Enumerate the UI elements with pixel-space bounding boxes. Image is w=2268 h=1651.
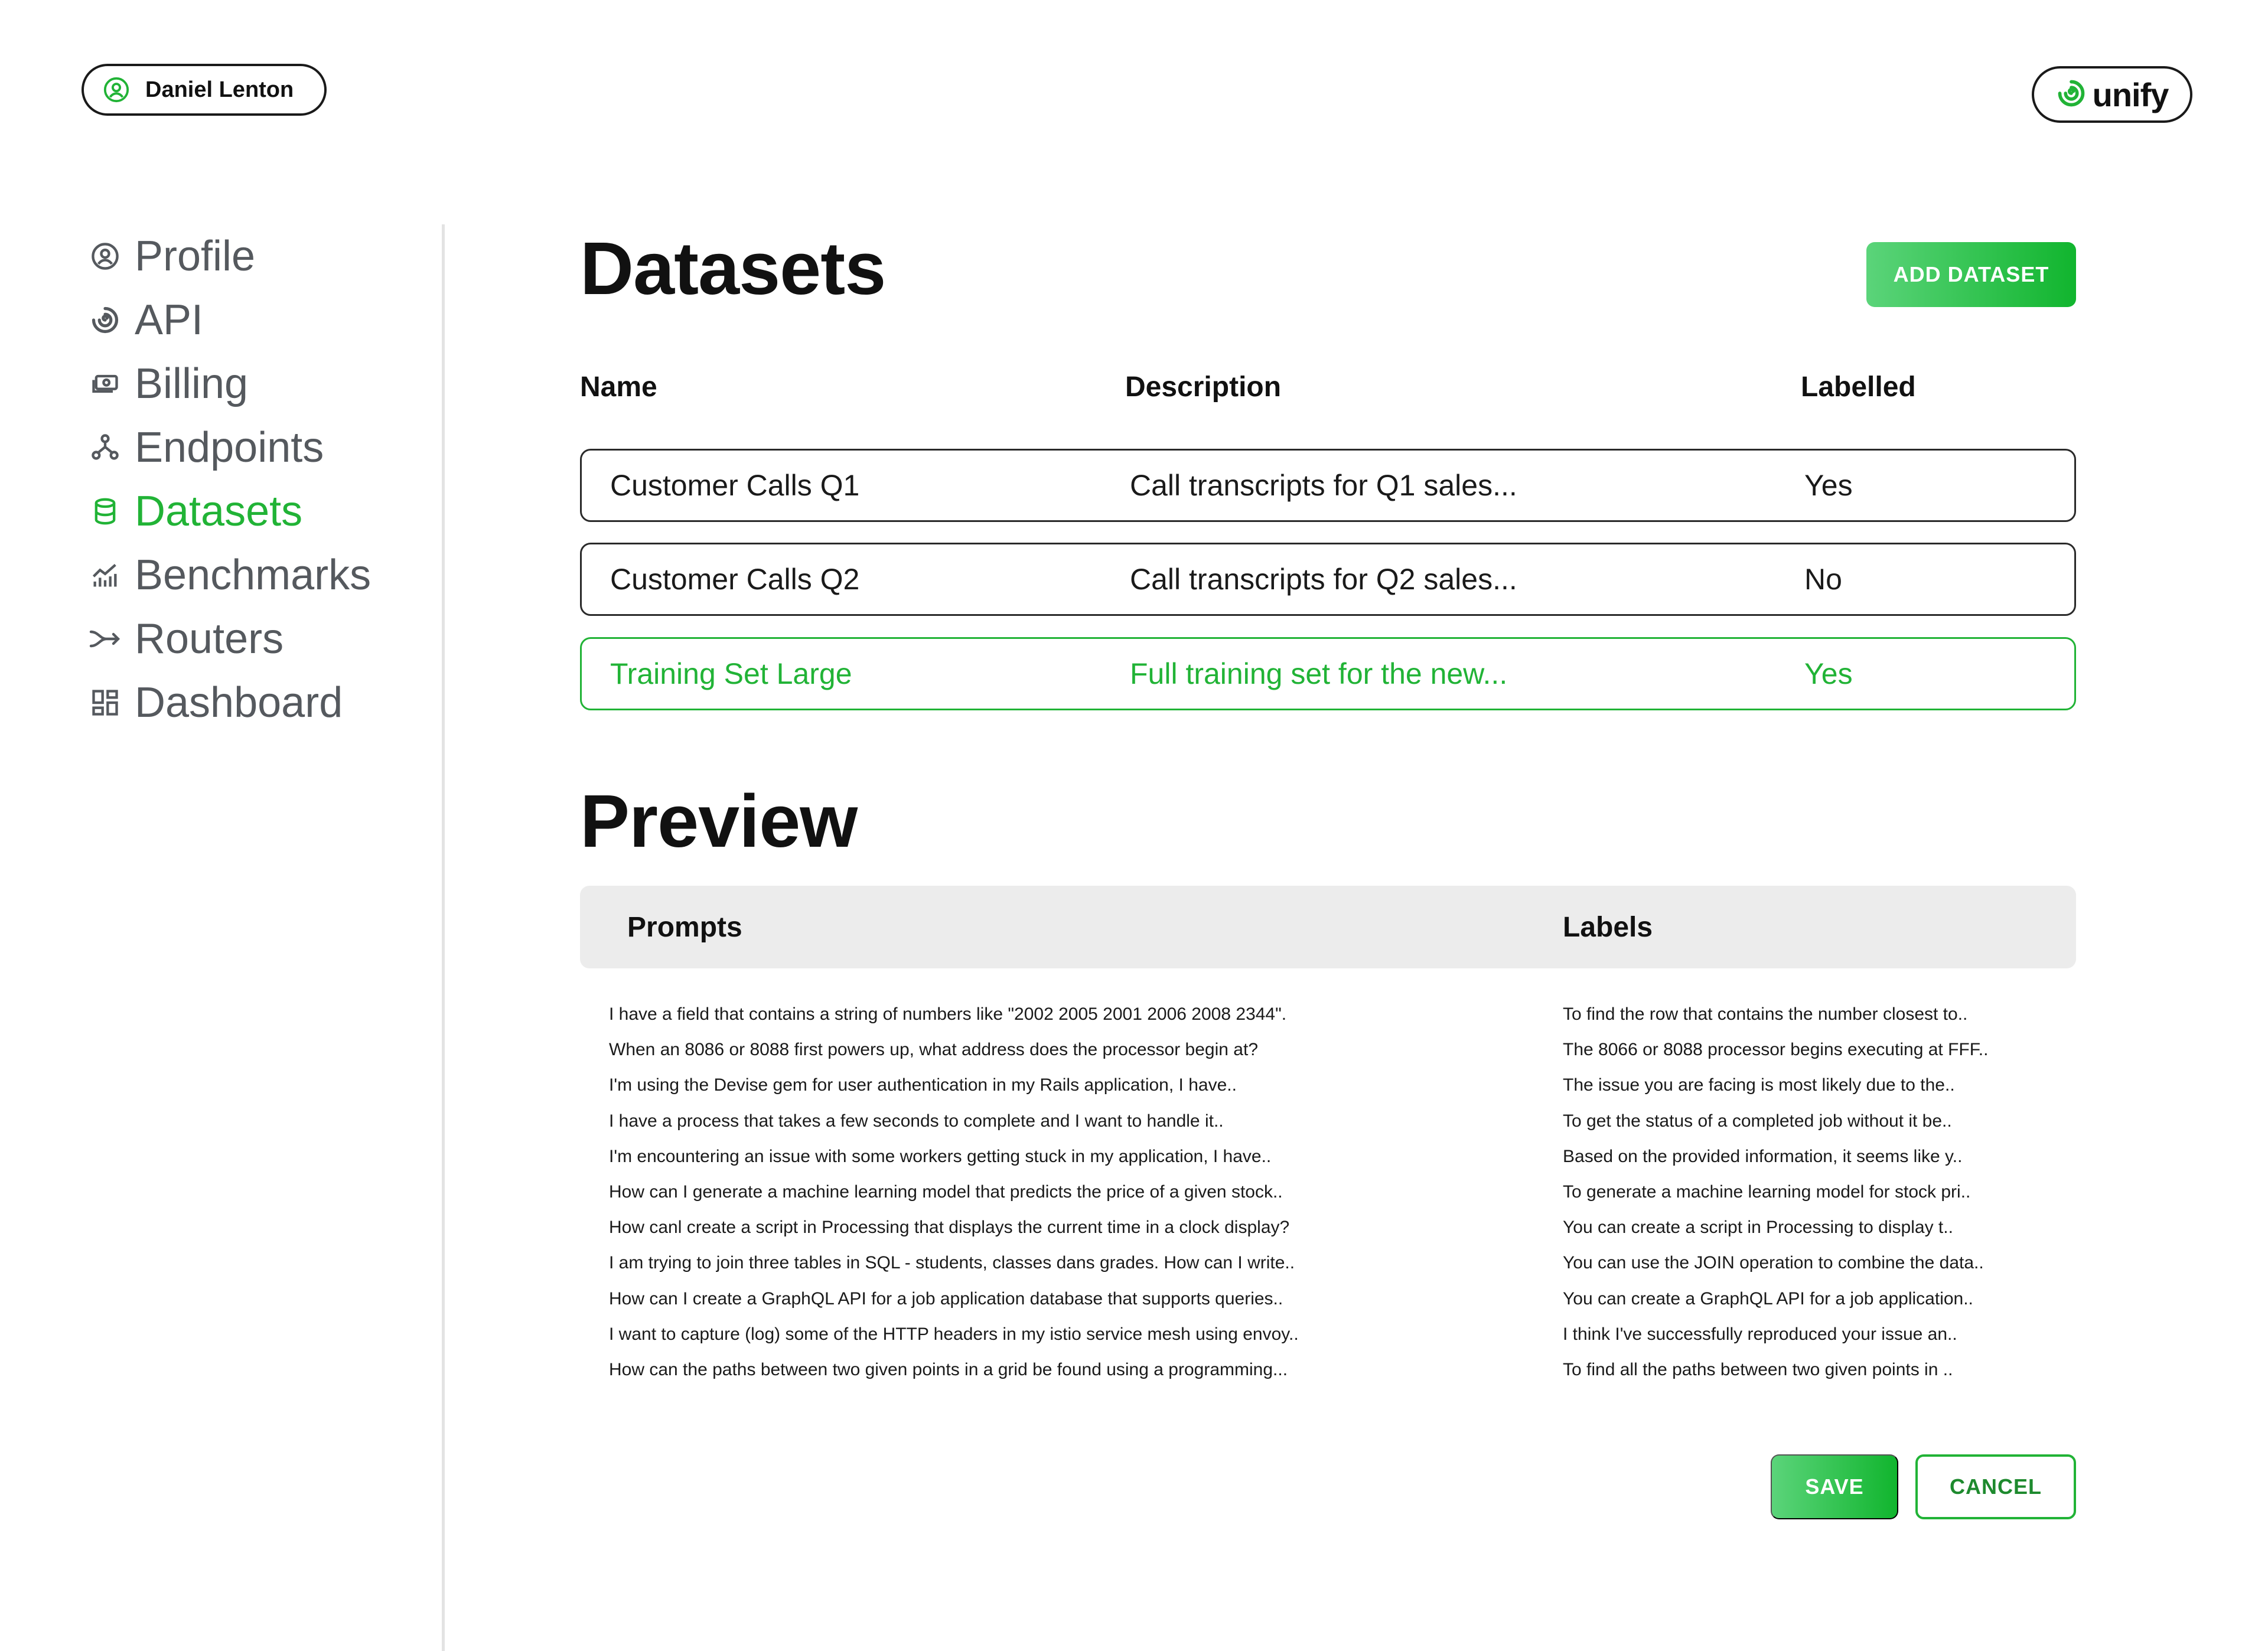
dataset-labelled: Yes (1804, 469, 1853, 502)
label-item: You can use the JOIN operation to combin… (1563, 1253, 1984, 1273)
prompt-item: How can I generate a machine learning mo… (609, 1182, 1283, 1202)
label-item: You can create a script in Processing to… (1563, 1218, 1953, 1238)
column-header-labels: Labels (1563, 911, 1653, 943)
sidebar-item-endpoints[interactable]: Endpoints (89, 416, 419, 479)
label-item: To find the row that contains the number… (1563, 1004, 1968, 1024)
label-item: To generate a machine learning model for… (1563, 1182, 1971, 1202)
prompt-item: I'm encountering an issue with some work… (609, 1146, 1272, 1166)
dataset-name: Training Set Large (610, 657, 852, 690)
column-header-description: Description (1125, 371, 1282, 403)
column-header-name: Name (580, 371, 657, 403)
dataset-labelled: Yes (1804, 657, 1853, 690)
prompt-item: I have a field that contains a string of… (609, 1004, 1287, 1024)
grid-icon (89, 686, 122, 719)
sidebar-item-label: Benchmarks (135, 552, 372, 599)
dataset-row-selected[interactable]: Training Set Large Full training set for… (580, 637, 2076, 710)
swirl-logo-icon (2056, 78, 2087, 112)
database-icon (89, 495, 122, 528)
sidebar-nav: Profile API Billing Endpoints Datasets B… (89, 224, 419, 735)
dataset-row[interactable]: Customer Calls Q1 Call transcripts for Q… (580, 449, 2076, 522)
prompts-list: I have a field that contains a string of… (609, 997, 1299, 1388)
sidebar-item-label: Routers (135, 615, 284, 663)
prompt-item: I want to capture (log) some of the HTTP… (609, 1324, 1299, 1344)
dataset-name: Customer Calls Q1 (610, 469, 860, 502)
dataset-name: Customer Calls Q2 (610, 563, 860, 596)
save-button[interactable]: SAVE (1771, 1454, 1898, 1519)
prompt-item: I'm using the Devise gem for user authen… (609, 1075, 1237, 1095)
network-icon (89, 431, 122, 464)
sidebar-item-label: Profile (135, 233, 256, 280)
sidebar-item-profile[interactable]: Profile (89, 224, 419, 288)
user-name: Daniel Lenton (145, 77, 294, 102)
prompt-item: I have a process that takes a few second… (609, 1111, 1224, 1131)
cancel-button[interactable]: CANCEL (1915, 1454, 2076, 1519)
user-circle-icon (89, 240, 122, 273)
dataset-row[interactable]: Customer Calls Q2 Call transcripts for Q… (580, 543, 2076, 616)
dataset-description: Call transcripts for Q1 sales... (1130, 469, 1517, 502)
dataset-description: Full training set for the new... (1130, 657, 1508, 690)
prompt-item: I am trying to join three tables in SQL … (609, 1253, 1295, 1273)
sidebar-item-label: Billing (135, 360, 249, 407)
column-header-prompts: Prompts (627, 911, 742, 943)
swirl-icon (89, 304, 122, 337)
user-profile-pill[interactable]: Daniel Lenton (82, 64, 327, 116)
user-circle-icon (103, 76, 130, 103)
sidebar-divider (442, 224, 445, 1651)
label-item: The 8066 or 8088 processor begins execut… (1563, 1040, 1989, 1060)
brand-name: unify (2092, 76, 2169, 113)
preview-title: Preview (580, 779, 858, 863)
prompt-item: When an 8086 or 8088 first powers up, wh… (609, 1040, 1258, 1060)
dataset-labelled: No (1804, 563, 1842, 596)
sidebar-item-label: Dashboard (135, 679, 343, 726)
brand-logo[interactable]: unify (2032, 66, 2192, 123)
label-item: The issue you are facing is most likely … (1563, 1075, 1955, 1095)
add-dataset-button[interactable]: ADD DATASET (1866, 242, 2076, 307)
prompt-item: How canl create a script in Processing t… (609, 1218, 1290, 1238)
labels-list: To find the row that contains the number… (1563, 997, 1988, 1388)
money-icon (89, 367, 122, 400)
sidebar-item-datasets[interactable]: Datasets (89, 479, 419, 543)
preview-table-header: Prompts Labels (580, 886, 2076, 968)
dataset-description: Call transcripts for Q2 sales... (1130, 563, 1517, 596)
prompt-item: How can the paths between two given poin… (609, 1359, 1288, 1379)
sidebar-item-label: Endpoints (135, 424, 324, 471)
label-item: Based on the provided information, it se… (1563, 1146, 1963, 1166)
sidebar-item-dashboard[interactable]: Dashboard (89, 671, 419, 735)
column-header-labelled: Labelled (1801, 371, 1916, 403)
sidebar-item-benchmarks[interactable]: Benchmarks (89, 543, 419, 607)
chart-icon (89, 559, 122, 592)
label-item: I think I've successfully reproduced you… (1563, 1324, 1957, 1344)
label-item: To get the status of a completed job wit… (1563, 1111, 1952, 1131)
sidebar-item-label: API (135, 296, 204, 344)
label-item: You can create a GraphQL API for a job a… (1563, 1288, 1973, 1309)
sidebar-item-api[interactable]: API (89, 288, 419, 352)
route-icon (89, 622, 122, 655)
sidebar-item-billing[interactable]: Billing (89, 352, 419, 416)
sidebar-item-label: Datasets (135, 488, 303, 535)
sidebar-item-routers[interactable]: Routers (89, 607, 419, 671)
prompt-item: How can I create a GraphQL API for a job… (609, 1288, 1283, 1309)
page-title: Datasets (580, 227, 886, 310)
label-item: To find all the paths between two given … (1563, 1359, 1953, 1379)
